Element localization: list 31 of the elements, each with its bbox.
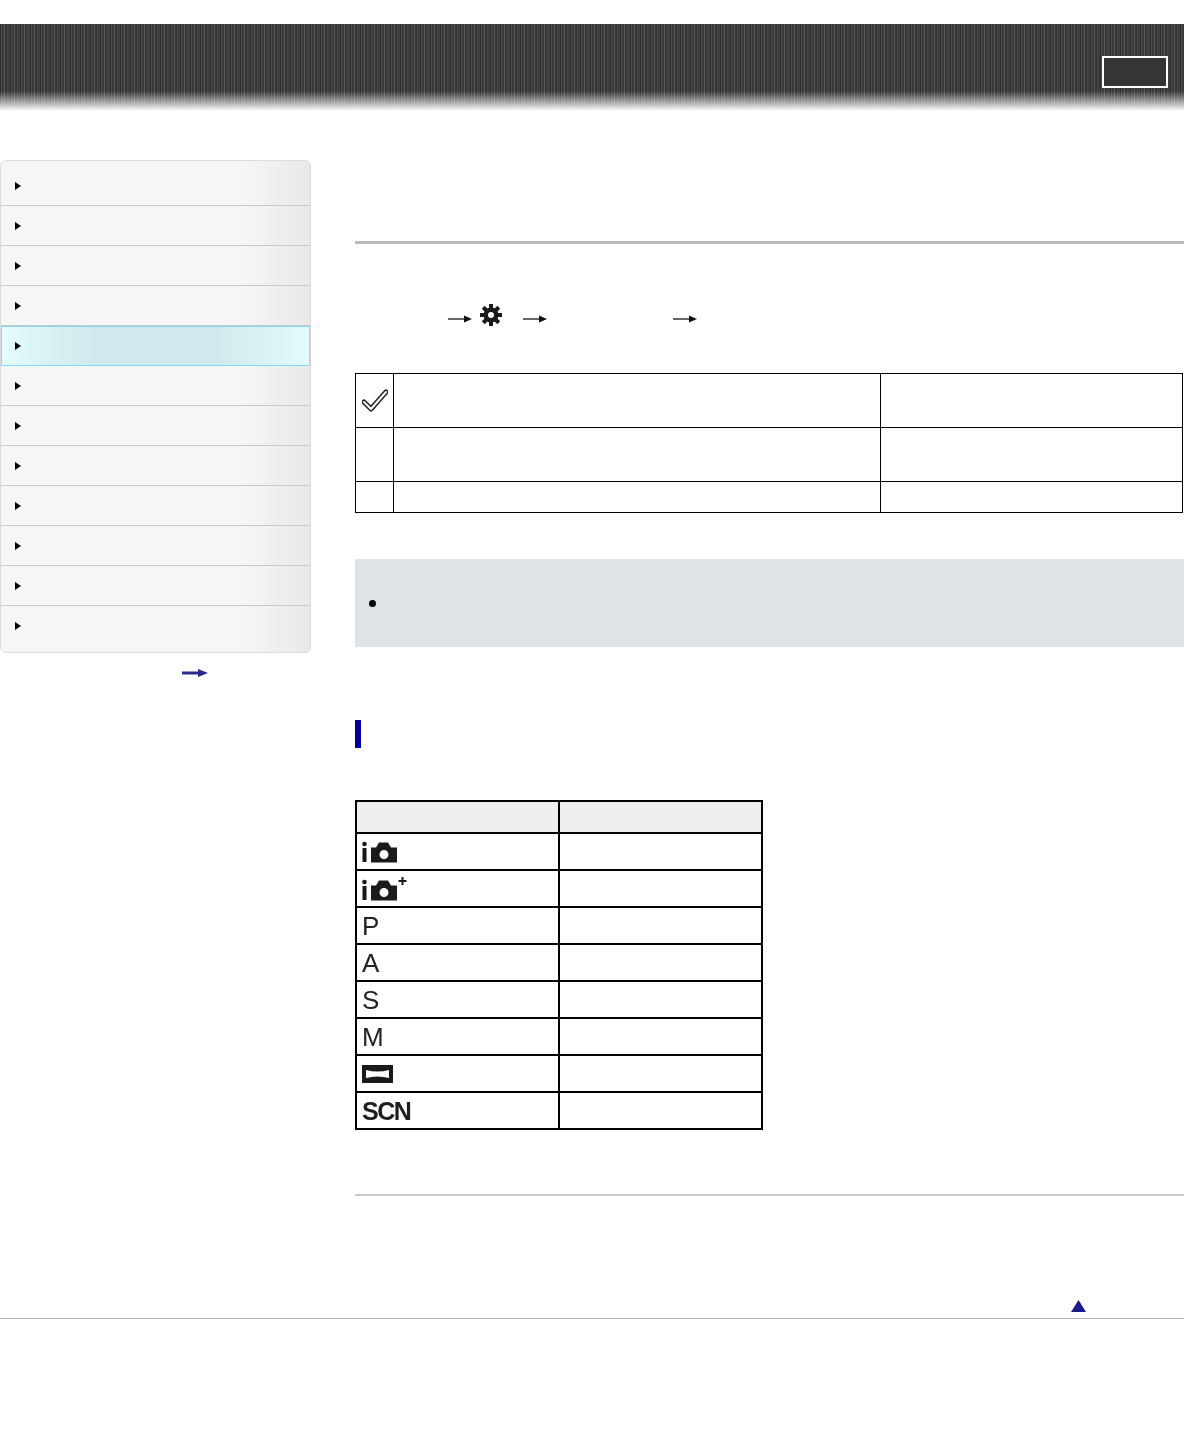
triangle-icon bbox=[15, 301, 21, 310]
mode-label: A bbox=[362, 948, 380, 977]
triangle-icon bbox=[15, 421, 21, 430]
panorama-icon bbox=[362, 1064, 393, 1083]
camera-icon bbox=[362, 840, 398, 863]
triangle-icon bbox=[15, 342, 21, 350]
bullet-icon bbox=[369, 599, 376, 607]
checkmark-icon bbox=[362, 388, 388, 413]
triangle-icon bbox=[15, 181, 21, 190]
arrow-icon bbox=[523, 315, 547, 323]
settings-icon bbox=[480, 304, 502, 326]
triangle-icon bbox=[15, 501, 21, 510]
triangle-icon[interactable] bbox=[1071, 1300, 1086, 1312]
mode-label: M bbox=[362, 1022, 384, 1051]
sidebar-item[interactable] bbox=[1, 326, 310, 366]
triangle-icon bbox=[15, 381, 21, 390]
arrow-icon bbox=[448, 315, 472, 323]
triangle-icon bbox=[15, 622, 21, 630]
header-button[interactable] bbox=[1102, 56, 1168, 88]
camera-plus-icon bbox=[362, 876, 407, 901]
triangle-icon bbox=[15, 581, 21, 590]
triangle-icon bbox=[15, 221, 21, 230]
mode-label: P bbox=[362, 911, 380, 940]
arrow-icon[interactable] bbox=[182, 669, 208, 677]
triangle-icon bbox=[15, 261, 21, 270]
arrow-icon bbox=[673, 315, 697, 323]
triangle-icon bbox=[15, 541, 21, 550]
mode-label: S bbox=[362, 985, 380, 1014]
triangle-icon bbox=[15, 461, 21, 470]
heading-marker-icon bbox=[355, 720, 361, 748]
mode-label: SCN bbox=[362, 1096, 411, 1125]
